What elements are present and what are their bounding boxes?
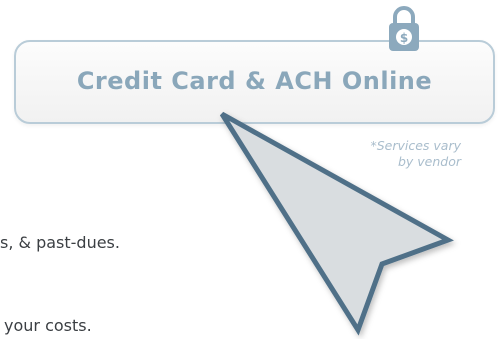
button-label: Credit Card & ACH Online — [76, 67, 433, 95]
svg-text:$: $ — [400, 31, 408, 45]
body-text-line-2: your costs. — [4, 316, 92, 335]
note-line-1: *Services vary — [370, 138, 461, 153]
credit-card-ach-online-button[interactable]: Credit Card & ACH Online — [14, 40, 495, 124]
note-line-2: by vendor — [397, 154, 461, 169]
services-note: *Services vary by vendor — [311, 138, 461, 170]
padlock-dollar-icon: $ — [389, 6, 419, 51]
body-text-line-1: s, & past-dues. — [0, 233, 120, 252]
